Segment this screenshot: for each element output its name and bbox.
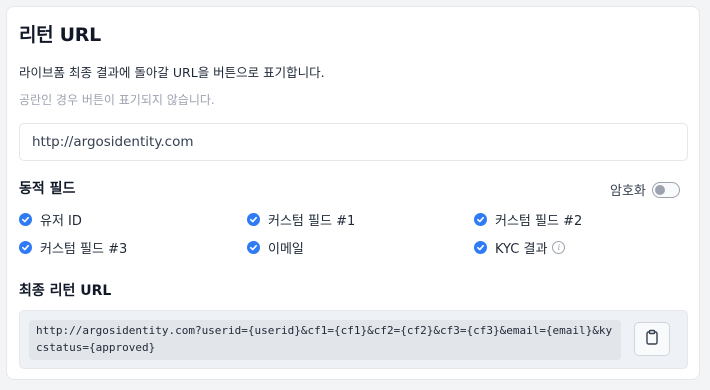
field-label: 이메일 [268,242,304,257]
return-url-input[interactable] [19,123,688,161]
page-title: 리턴 URL [19,24,101,46]
field-checkbox-custom-2[interactable]: 커스텀 필드 #2 [474,210,582,229]
return-url-card: 리턴 URL 라이브폼 최종 결과에 돌아갈 URL을 버튼으로 표기합니다. … [6,6,700,380]
field-checkbox-kyc-result[interactable]: KYC 결과 i [474,238,566,257]
check-icon [247,241,260,254]
field-checkbox-custom-3[interactable]: 커스텀 필드 #3 [19,238,127,257]
field-label: 커스텀 필드 #1 [268,214,356,229]
description-text: 라이브폼 최종 결과에 돌아갈 URL을 버튼으로 표기합니다. [19,65,325,80]
clipboard-icon [644,329,660,349]
encryption-toggle[interactable] [652,182,680,198]
check-icon [19,241,32,254]
final-url-text: http://argosidentity.com?userid={userid}… [29,320,621,360]
field-label: KYC 결과 [495,242,548,257]
field-label: 커스텀 필드 #2 [495,214,583,229]
check-icon [474,241,487,254]
field-label: 유저 ID [40,214,82,229]
hint-text: 공란인 경우 버튼이 표기되지 않습니다. [19,93,215,107]
check-icon [19,213,32,226]
final-url-title: 최종 리턴 URL [19,283,112,299]
info-icon[interactable]: i [552,241,566,254]
field-checkbox-custom-1[interactable]: 커스텀 필드 #1 [247,210,355,229]
dynamic-fields-title: 동적 필드 [19,181,76,197]
check-icon [247,213,260,226]
field-label: 커스텀 필드 #3 [40,242,128,257]
check-icon [474,213,487,226]
final-url-box: http://argosidentity.com?userid={userid}… [19,310,688,369]
field-checkbox-email[interactable]: 이메일 [247,238,304,257]
toggle-knob [655,185,665,195]
field-checkbox-user-id[interactable]: 유저 ID [19,210,82,229]
copy-button[interactable] [634,322,670,356]
encryption-label: 암호화 [610,184,646,199]
